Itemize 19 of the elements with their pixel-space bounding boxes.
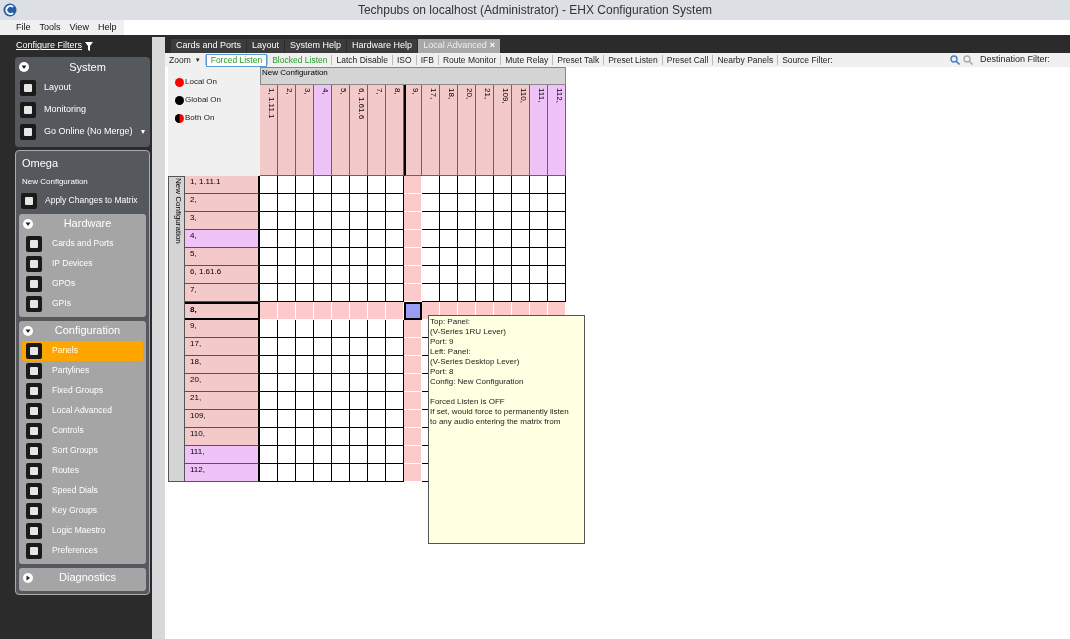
tooltip-line: Top: Panel: [430, 317, 472, 327]
source-filter-label: Source Filter: [781, 53, 834, 67]
configuration-header: New Configuration [260, 67, 566, 85]
legend-label: Both On [185, 112, 215, 124]
tooltip-line: (V-Series 1RU Lever) [430, 327, 508, 337]
tooltip-line: Port: 8 [430, 367, 455, 377]
legend-label: Global On [185, 94, 222, 106]
configuration-side-header: New Configuration [168, 176, 185, 482]
destination-filter-label: Destination Filter: [979, 53, 1050, 67]
window-title: Techpubs on localhost (Administrator) - EHX Configuration System [357, 2, 713, 19]
tooltip-line: If set, would force to permanently listen to any audio entering the matrix from [430, 407, 570, 427]
tooltip-line: Left: Panel: [430, 347, 472, 357]
tooltip-line: Config: New Configuration [430, 377, 525, 387]
panel-title: Omega [21, 156, 60, 171]
tooltip-line: (V-Series Desktop Lever) [430, 357, 521, 367]
legend-label: Local On [185, 76, 218, 88]
tooltip-line: Forced Listen is OFF [430, 397, 506, 407]
tooltip-line: Port: 9 [430, 337, 455, 347]
configuration-name: New Configuration [21, 175, 89, 188]
